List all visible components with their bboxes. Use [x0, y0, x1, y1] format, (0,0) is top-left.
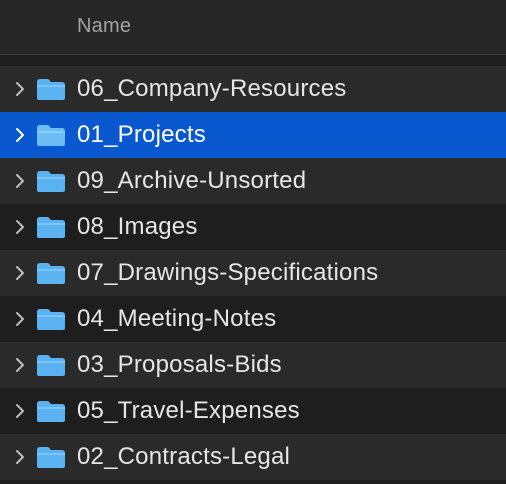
folder-name: 07_Drawings-Specifications: [77, 259, 379, 286]
folder-name: 08_Images: [77, 213, 198, 240]
folder-name: 06_Company-Resources: [77, 75, 347, 102]
folder-icon: [36, 308, 66, 331]
chevron-right-icon[interactable]: [12, 78, 28, 100]
folder-icon: [36, 354, 66, 377]
folder-name: 09_Archive-Unsorted: [77, 167, 307, 194]
folder-icon: [36, 216, 66, 239]
folder-row[interactable]: 02_Contracts-Legal: [0, 434, 506, 480]
chevron-right-icon[interactable]: [12, 262, 28, 284]
folder-row[interactable]: 04_Meeting-Notes: [0, 296, 506, 342]
folder-row[interactable]: 08_Images: [0, 204, 506, 250]
folder-row[interactable]: 05_Travel-Expenses: [0, 388, 506, 434]
folder-icon: [36, 78, 66, 101]
folder-name: 03_Proposals-Bids: [77, 351, 282, 378]
folder-icon: [36, 170, 66, 193]
folder-row[interactable]: 09_Archive-Unsorted: [0, 158, 506, 204]
folder-name: 02_Contracts-Legal: [77, 443, 291, 470]
chevron-right-icon[interactable]: [12, 354, 28, 376]
folder-icon: [36, 446, 66, 469]
folder-name: 04_Meeting-Notes: [77, 305, 277, 332]
chevron-right-icon[interactable]: [12, 400, 28, 422]
chevron-right-icon[interactable]: [12, 308, 28, 330]
chevron-right-icon[interactable]: [12, 446, 28, 468]
chevron-right-icon[interactable]: [12, 124, 28, 146]
folder-icon: [36, 124, 66, 147]
folder-row[interactable]: 06_Company-Resources: [0, 66, 506, 112]
name-column-header[interactable]: Name: [77, 15, 131, 38]
folder-name: 01_Projects: [77, 121, 206, 148]
file-list: 06_Company-Resources 01_Projects 09_Arch…: [0, 66, 506, 480]
chevron-right-icon[interactable]: [12, 216, 28, 238]
chevron-right-icon[interactable]: [12, 170, 28, 192]
folder-icon: [36, 262, 66, 285]
folder-name: 05_Travel-Expenses: [77, 397, 300, 424]
column-header: Name: [0, 0, 506, 55]
folder-row[interactable]: 03_Proposals-Bids: [0, 342, 506, 388]
folder-row[interactable]: 07_Drawings-Specifications: [0, 250, 506, 296]
folder-row[interactable]: 01_Projects: [0, 112, 506, 158]
folder-icon: [36, 400, 66, 423]
